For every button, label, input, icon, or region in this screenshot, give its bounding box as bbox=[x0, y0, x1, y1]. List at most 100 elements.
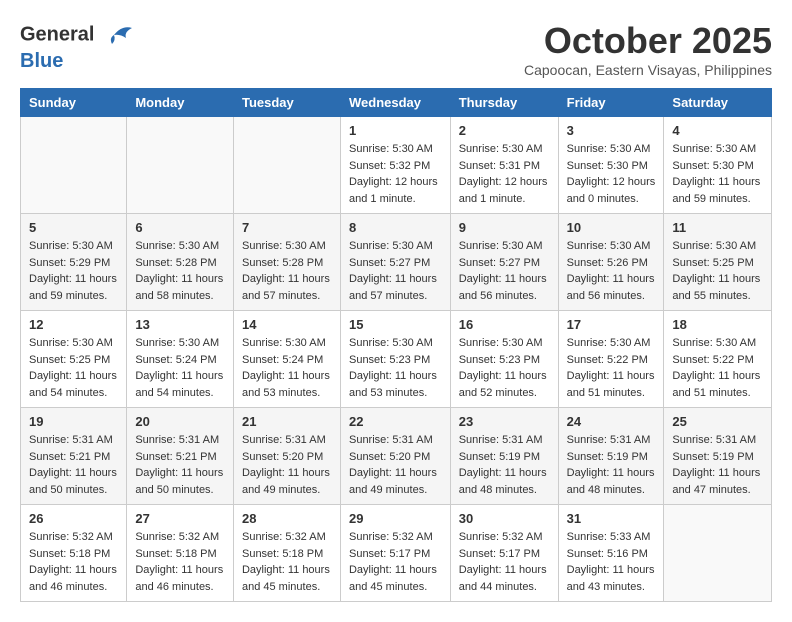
day-number: 16 bbox=[459, 317, 550, 332]
day-number: 12 bbox=[29, 317, 118, 332]
day-number: 2 bbox=[459, 123, 550, 138]
col-header-tuesday: Tuesday bbox=[233, 89, 340, 117]
day-info: Sunrise: 5:30 AM Sunset: 5:26 PM Dayligh… bbox=[567, 238, 656, 304]
day-info: Sunrise: 5:30 AM Sunset: 5:22 PM Dayligh… bbox=[567, 335, 656, 401]
day-cell: 25 Sunrise: 5:31 AM Sunset: 5:19 PM Dayli… bbox=[664, 408, 772, 505]
day-cell: 17Sunrise: 5:30 AM Sunset: 5:22 PM Dayli… bbox=[558, 311, 664, 408]
day-number: 25 bbox=[672, 414, 763, 429]
day-cell: 16 Sunrise: 5:30 AM Sunset: 5:23 PM Dayli… bbox=[450, 311, 558, 408]
day-info: Sunrise: 5:30 AM Sunset: 5:30 PM Dayligh… bbox=[672, 141, 763, 207]
day-info: Sunrise: 5:31 AM Sunset: 5:19 PM Dayligh… bbox=[459, 432, 550, 498]
day-cell: 26Sunrise: 5:32 AM Sunset: 5:18 PM Dayli… bbox=[21, 505, 127, 602]
day-cell: 8 Sunrise: 5:30 AM Sunset: 5:27 PM Daylig… bbox=[340, 214, 450, 311]
week-row-5: 26 Sunrise: 5:32 AM Sunset: 5:18 PM Dayli… bbox=[21, 505, 772, 602]
day-info: Sunrise: 5:30 AM Sunset: 5:25 PM Dayligh… bbox=[672, 238, 763, 304]
day-cell: 18 Sunrise: 5:30 AM Sunset: 5:22 PM Dayli… bbox=[664, 311, 772, 408]
day-info: Sunrise: 5:30 AM Sunset: 5:22 PM Dayligh… bbox=[672, 335, 763, 401]
day-info: Sunrise: 5:33 AM Sunset: 5:16 PM Dayligh… bbox=[567, 529, 656, 595]
day-info: Sunrise: 5:31 AM Sunset: 5:21 PM Dayligh… bbox=[29, 432, 118, 498]
day-info: Sunrise: 5:32 AM Sunset: 5:17 PM Dayligh… bbox=[459, 529, 550, 595]
day-number: 5 bbox=[29, 220, 118, 235]
day-cell: 4 Sunrise: 5:30 AM Sunset: 5:30 PM Daylig… bbox=[664, 117, 772, 214]
day-number: 31 bbox=[567, 511, 656, 526]
day-cell: 12 Sunrise: 5:30 AM Sunset: 5:25 PM Dayli… bbox=[21, 311, 127, 408]
logo-blue: Blue bbox=[20, 50, 134, 72]
day-number: 22 bbox=[349, 414, 442, 429]
month-title: October 2025 bbox=[524, 20, 772, 62]
week-row-4: 19 Sunrise: 5:31 AM Sunset: 5:21 PM Dayli… bbox=[21, 408, 772, 505]
day-info: Sunrise: 5:31 AM Sunset: 5:20 PM Dayligh… bbox=[242, 432, 332, 498]
day-number: 18 bbox=[672, 317, 763, 332]
title-section: October 2025 Capoocan, Eastern Visayas, … bbox=[524, 20, 772, 78]
day-info: Sunrise: 5:30 AM Sunset: 5:31 PM Dayligh… bbox=[459, 141, 550, 207]
day-info: Sunrise: 5:30 AM Sunset: 5:28 PM Dayligh… bbox=[135, 238, 225, 304]
day-info: Sunrise: 5:30 AM Sunset: 5:27 PM Dayligh… bbox=[349, 238, 442, 304]
day-number: 15 bbox=[349, 317, 442, 332]
week-row-1: 1Sunrise: 5:30 AM Sunset: 5:32 PM Daylig… bbox=[21, 117, 772, 214]
col-header-wednesday: Wednesday bbox=[340, 89, 450, 117]
day-cell: 7Sunrise: 5:30 AM Sunset: 5:28 PM Daylig… bbox=[233, 214, 340, 311]
day-cell: 29 Sunrise: 5:32 AM Sunset: 5:17 PM Dayli… bbox=[340, 505, 450, 602]
day-number: 14 bbox=[242, 317, 332, 332]
day-cell: 24Sunrise: 5:31 AM Sunset: 5:19 PM Dayli… bbox=[558, 408, 664, 505]
day-cell: 5Sunrise: 5:30 AM Sunset: 5:29 PM Daylig… bbox=[21, 214, 127, 311]
logo: General Blue bbox=[20, 20, 134, 72]
day-cell: 13 Sunrise: 5:30 AM Sunset: 5:24 PM Dayli… bbox=[127, 311, 234, 408]
calendar-table: SundayMondayTuesdayWednesdayThursdayFrid… bbox=[20, 88, 772, 602]
day-number: 13 bbox=[135, 317, 225, 332]
day-number: 21 bbox=[242, 414, 332, 429]
day-info: Sunrise: 5:31 AM Sunset: 5:21 PM Dayligh… bbox=[135, 432, 225, 498]
logo-general: General bbox=[20, 23, 94, 45]
day-cell: 22Sunrise: 5:31 AM Sunset: 5:20 PM Dayli… bbox=[340, 408, 450, 505]
day-cell: 31 Sunrise: 5:33 AM Sunset: 5:16 PM Dayli… bbox=[558, 505, 664, 602]
day-cell: 9 Sunrise: 5:30 AM Sunset: 5:27 PM Daylig… bbox=[450, 214, 558, 311]
logo-bird-icon bbox=[104, 20, 134, 50]
day-number: 9 bbox=[459, 220, 550, 235]
day-number: 26 bbox=[29, 511, 118, 526]
day-number: 8 bbox=[349, 220, 442, 235]
page-header: General Blue October 2025 Capoocan, East… bbox=[20, 20, 772, 78]
day-cell: 10 Sunrise: 5:30 AM Sunset: 5:26 PM Dayli… bbox=[558, 214, 664, 311]
day-info: Sunrise: 5:30 AM Sunset: 5:25 PM Dayligh… bbox=[29, 335, 118, 401]
col-header-friday: Friday bbox=[558, 89, 664, 117]
day-cell: 3Sunrise: 5:30 AM Sunset: 5:30 PM Daylig… bbox=[558, 117, 664, 214]
col-header-thursday: Thursday bbox=[450, 89, 558, 117]
header-row: SundayMondayTuesdayWednesdayThursdayFrid… bbox=[21, 89, 772, 117]
day-number: 1 bbox=[349, 123, 442, 138]
day-cell bbox=[21, 117, 127, 214]
day-info: Sunrise: 5:31 AM Sunset: 5:19 PM Dayligh… bbox=[672, 432, 763, 498]
day-info: Sunrise: 5:30 AM Sunset: 5:23 PM Dayligh… bbox=[349, 335, 442, 401]
day-info: Sunrise: 5:30 AM Sunset: 5:30 PM Dayligh… bbox=[567, 141, 656, 207]
day-cell: 28Sunrise: 5:32 AM Sunset: 5:18 PM Dayli… bbox=[233, 505, 340, 602]
day-cell: 19 Sunrise: 5:31 AM Sunset: 5:21 PM Dayli… bbox=[21, 408, 127, 505]
day-info: Sunrise: 5:30 AM Sunset: 5:28 PM Dayligh… bbox=[242, 238, 332, 304]
day-number: 30 bbox=[459, 511, 550, 526]
col-header-sunday: Sunday bbox=[21, 89, 127, 117]
day-info: Sunrise: 5:32 AM Sunset: 5:18 PM Dayligh… bbox=[135, 529, 225, 595]
day-number: 6 bbox=[135, 220, 225, 235]
day-cell: 21 Sunrise: 5:31 AM Sunset: 5:20 PM Dayli… bbox=[233, 408, 340, 505]
week-row-2: 5Sunrise: 5:30 AM Sunset: 5:29 PM Daylig… bbox=[21, 214, 772, 311]
day-info: Sunrise: 5:30 AM Sunset: 5:24 PM Dayligh… bbox=[135, 335, 225, 401]
day-number: 10 bbox=[567, 220, 656, 235]
day-cell: 2 Sunrise: 5:30 AM Sunset: 5:31 PM Daylig… bbox=[450, 117, 558, 214]
day-info: Sunrise: 5:32 AM Sunset: 5:18 PM Dayligh… bbox=[242, 529, 332, 595]
day-info: Sunrise: 5:30 AM Sunset: 5:27 PM Dayligh… bbox=[459, 238, 550, 304]
day-cell: 1Sunrise: 5:30 AM Sunset: 5:32 PM Daylig… bbox=[340, 117, 450, 214]
day-cell: 15 Sunrise: 5:30 AM Sunset: 5:23 PM Dayli… bbox=[340, 311, 450, 408]
day-info: Sunrise: 5:30 AM Sunset: 5:24 PM Dayligh… bbox=[242, 335, 332, 401]
day-number: 27 bbox=[135, 511, 225, 526]
day-number: 29 bbox=[349, 511, 442, 526]
day-number: 19 bbox=[29, 414, 118, 429]
day-cell: 30 Sunrise: 5:32 AM Sunset: 5:17 PM Dayli… bbox=[450, 505, 558, 602]
day-number: 4 bbox=[672, 123, 763, 138]
day-number: 11 bbox=[672, 220, 763, 235]
day-cell bbox=[664, 505, 772, 602]
day-info: Sunrise: 5:30 AM Sunset: 5:23 PM Dayligh… bbox=[459, 335, 550, 401]
day-cell: 11 Sunrise: 5:30 AM Sunset: 5:25 PM Dayli… bbox=[664, 214, 772, 311]
location: Capoocan, Eastern Visayas, Philippines bbox=[524, 62, 772, 78]
day-cell bbox=[127, 117, 234, 214]
day-cell: 14 Sunrise: 5:30 AM Sunset: 5:24 PM Dayli… bbox=[233, 311, 340, 408]
day-number: 20 bbox=[135, 414, 225, 429]
day-info: Sunrise: 5:32 AM Sunset: 5:17 PM Dayligh… bbox=[349, 529, 442, 595]
